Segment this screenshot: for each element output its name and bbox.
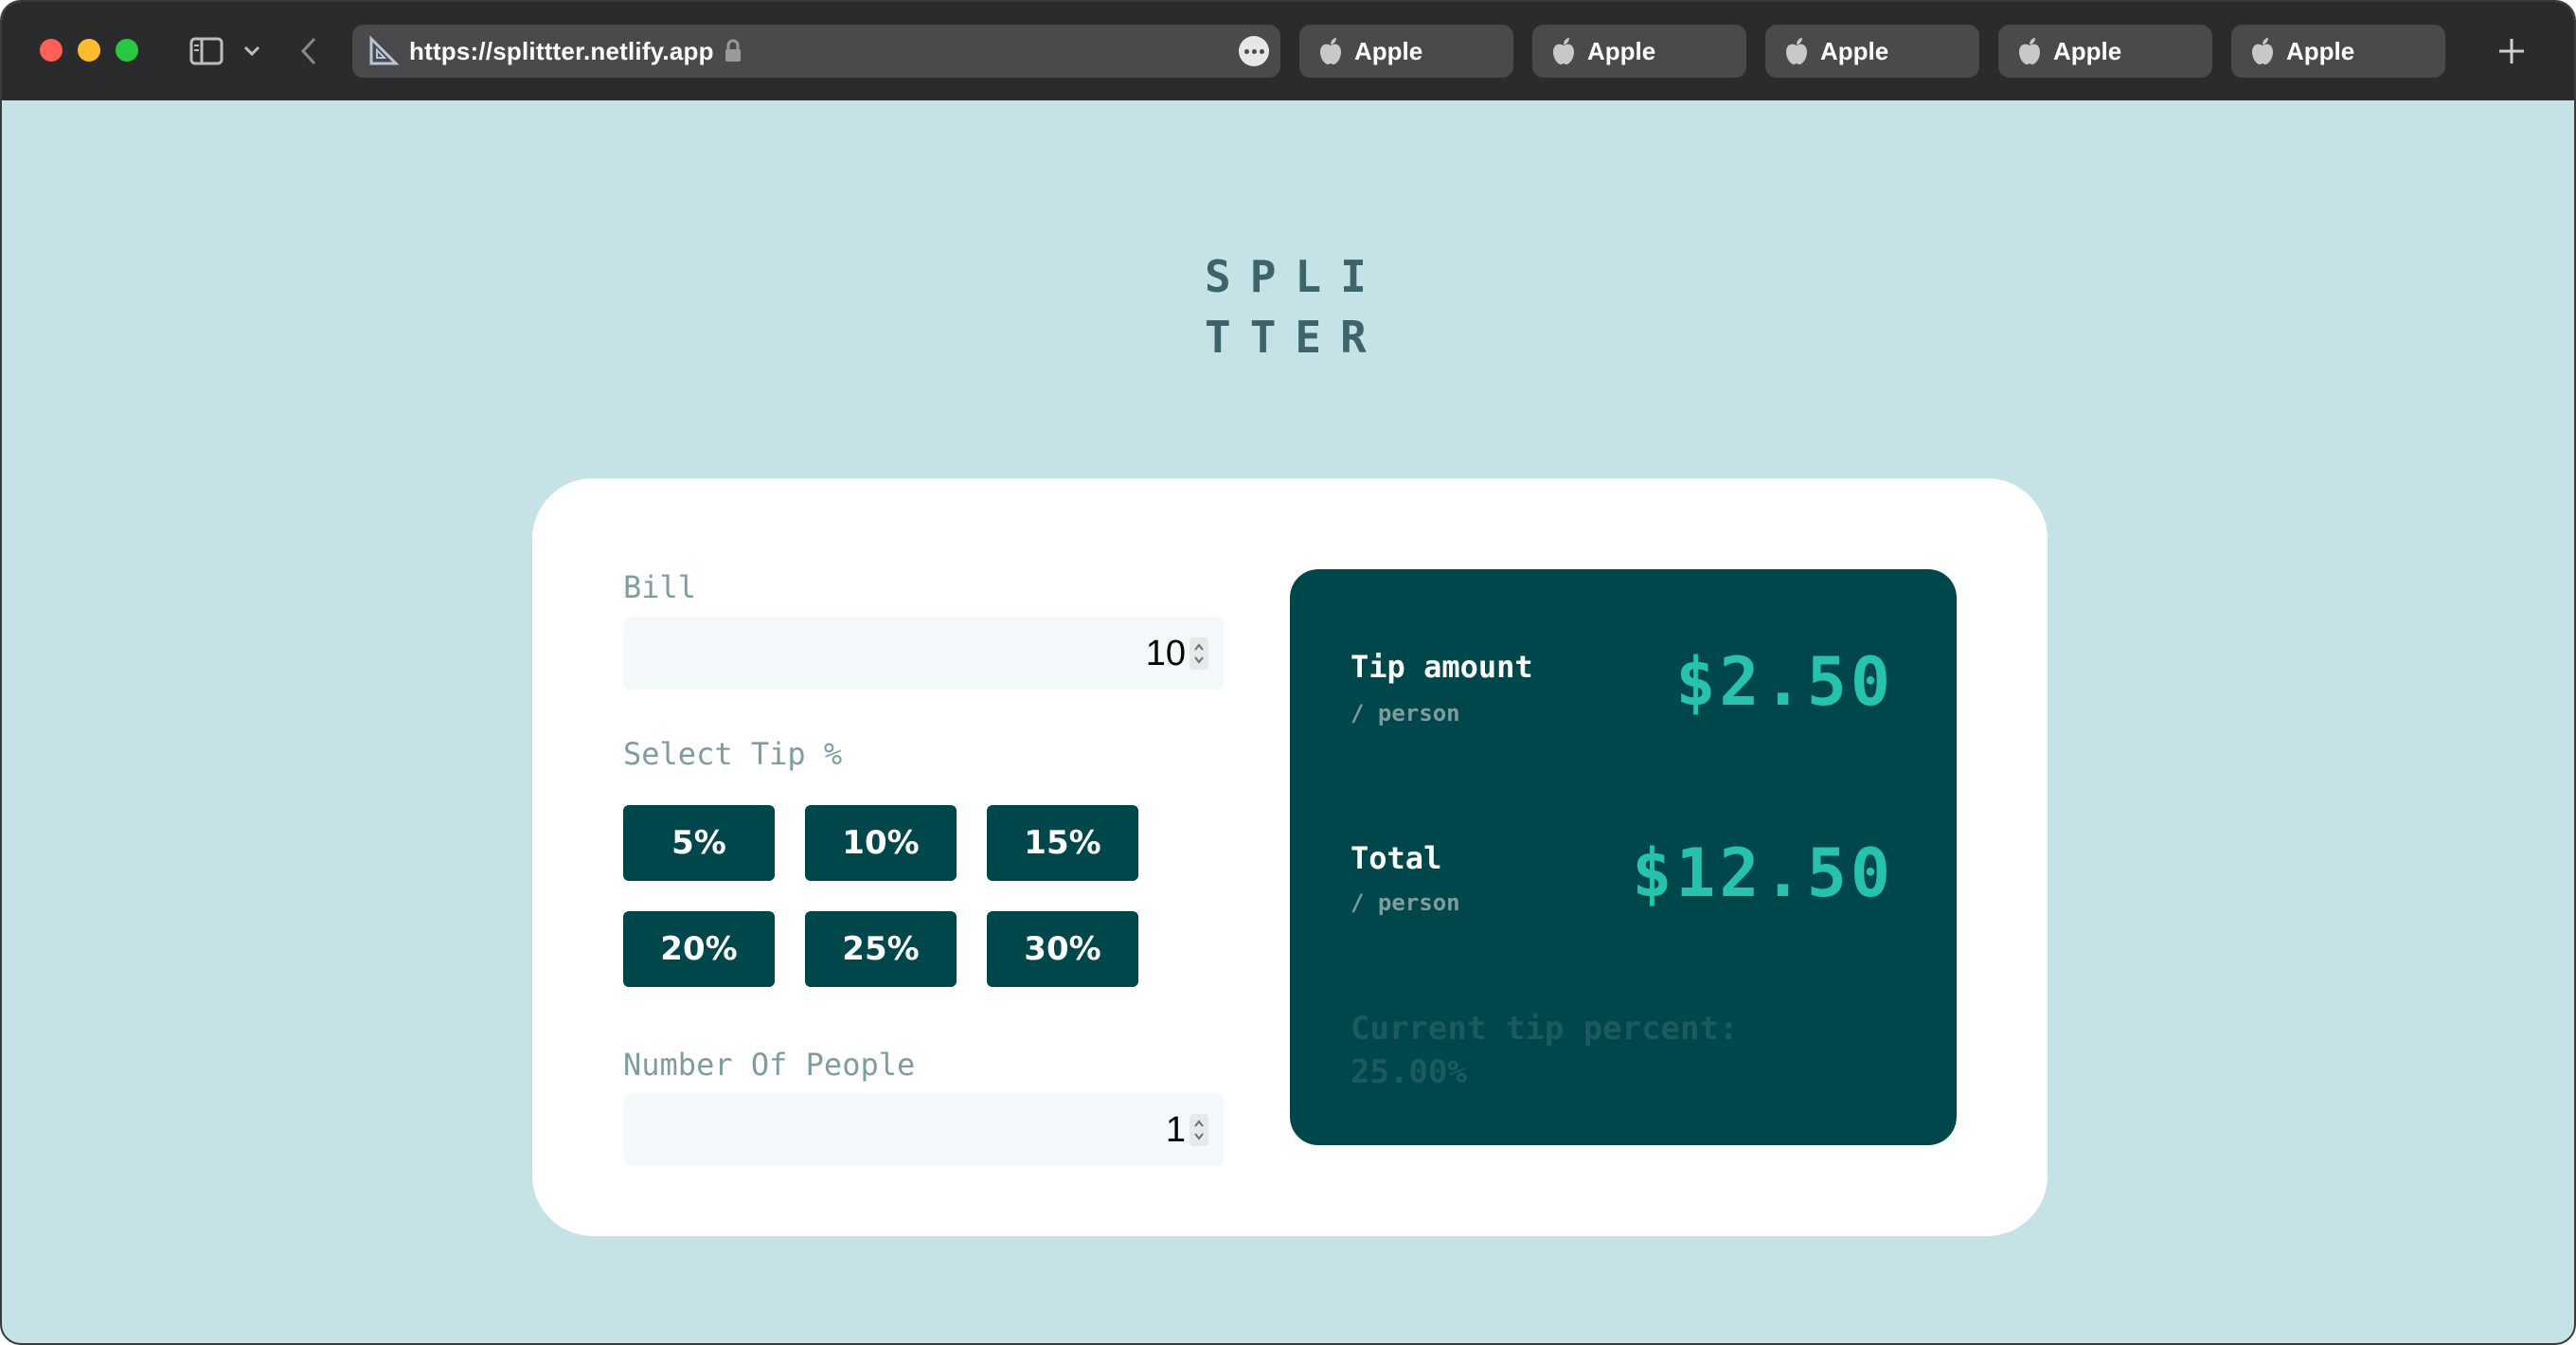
tip-20-button[interactable]: 20% [623,911,775,987]
tab-label: Apple [1587,36,1656,65]
tab-apple-3[interactable]: Apple [1765,25,1979,78]
back-arrow-icon[interactable] [297,32,320,70]
apple-icon [2019,38,2040,64]
select-tip-label: Select Tip % [623,736,843,772]
total-label: Total [1351,840,1442,876]
plus-icon[interactable] [2491,30,2532,72]
apple-icon [1320,38,1341,64]
calculator-card: Bill 10 Select Tip % 5% 10% 15% 20% 25% … [532,478,2048,1236]
apple-icon [2252,38,2273,64]
people-input[interactable]: 1 [623,1094,1224,1166]
total-per-person: / person [1351,889,1460,916]
browser-toolbar: https://splittter.netlify.app Apple Appl… [2,2,2574,100]
apple-icon [1553,38,1574,64]
bill-input[interactable]: 10 [623,618,1224,690]
result-panel: Tip amount / person $2.50 Total / person… [1290,569,1957,1145]
chevron-down-icon[interactable] [242,32,261,70]
tip-10-button[interactable]: 10% [805,805,957,881]
tip-25-button[interactable]: 25% [805,911,957,987]
more-icon[interactable] [1239,36,1269,66]
tab-label: Apple [2286,36,2355,65]
tab-apple-5[interactable]: Apple [2231,25,2445,78]
tab-label: Apple [1820,36,1889,65]
apple-icon [1786,38,1807,64]
tab-label: Apple [1354,36,1423,65]
people-label: Number Of People [623,1047,916,1083]
ruler-triangle-icon [369,35,400,65]
tip-5-button[interactable]: 5% [623,805,775,881]
tip-amount-per-person: / person [1351,700,1460,726]
close-window-button[interactable] [40,39,63,62]
spinner-icon[interactable] [1190,637,1208,670]
current-tip-label: Current tip percent: [1351,1010,1739,1048]
tip-amount-value: $2.50 [1675,643,1894,721]
address-bar[interactable]: https://splittter.netlify.app [352,25,1280,78]
tip-15-button[interactable]: 15% [987,805,1138,881]
people-value: 1 [1165,1109,1186,1150]
total-value: $12.50 [1632,834,1894,912]
tip-30-button[interactable]: 30% [987,911,1138,987]
bill-value: 10 [1145,633,1186,673]
current-tip-value: 25.00% [1351,1053,1467,1091]
tab-apple-4[interactable]: Apple [1998,25,2212,78]
url-text: https://splittter.netlify.app [409,36,714,65]
browser-window: https://splittter.netlify.app Apple Appl… [0,0,2576,1345]
minimize-window-button[interactable] [78,39,100,62]
app-logo: SPLI TTER [1205,246,1386,368]
tip-amount-label: Tip amount [1351,649,1533,685]
logo-line-2: TTER [1205,312,1386,363]
lock-icon [724,39,741,62]
tab-apple-2[interactable]: Apple [1532,25,1746,78]
zoom-window-button[interactable] [116,39,138,62]
current-tip-text: Current tip percent: 25.00% [1351,1007,1881,1094]
tab-label: Apple [2053,36,2122,65]
bill-label: Bill [623,569,697,605]
logo-line-1: SPLI [1205,251,1386,302]
sidebar-icon[interactable] [188,32,225,70]
spinner-icon[interactable] [1190,1114,1208,1146]
tab-apple-1[interactable]: Apple [1299,25,1513,78]
